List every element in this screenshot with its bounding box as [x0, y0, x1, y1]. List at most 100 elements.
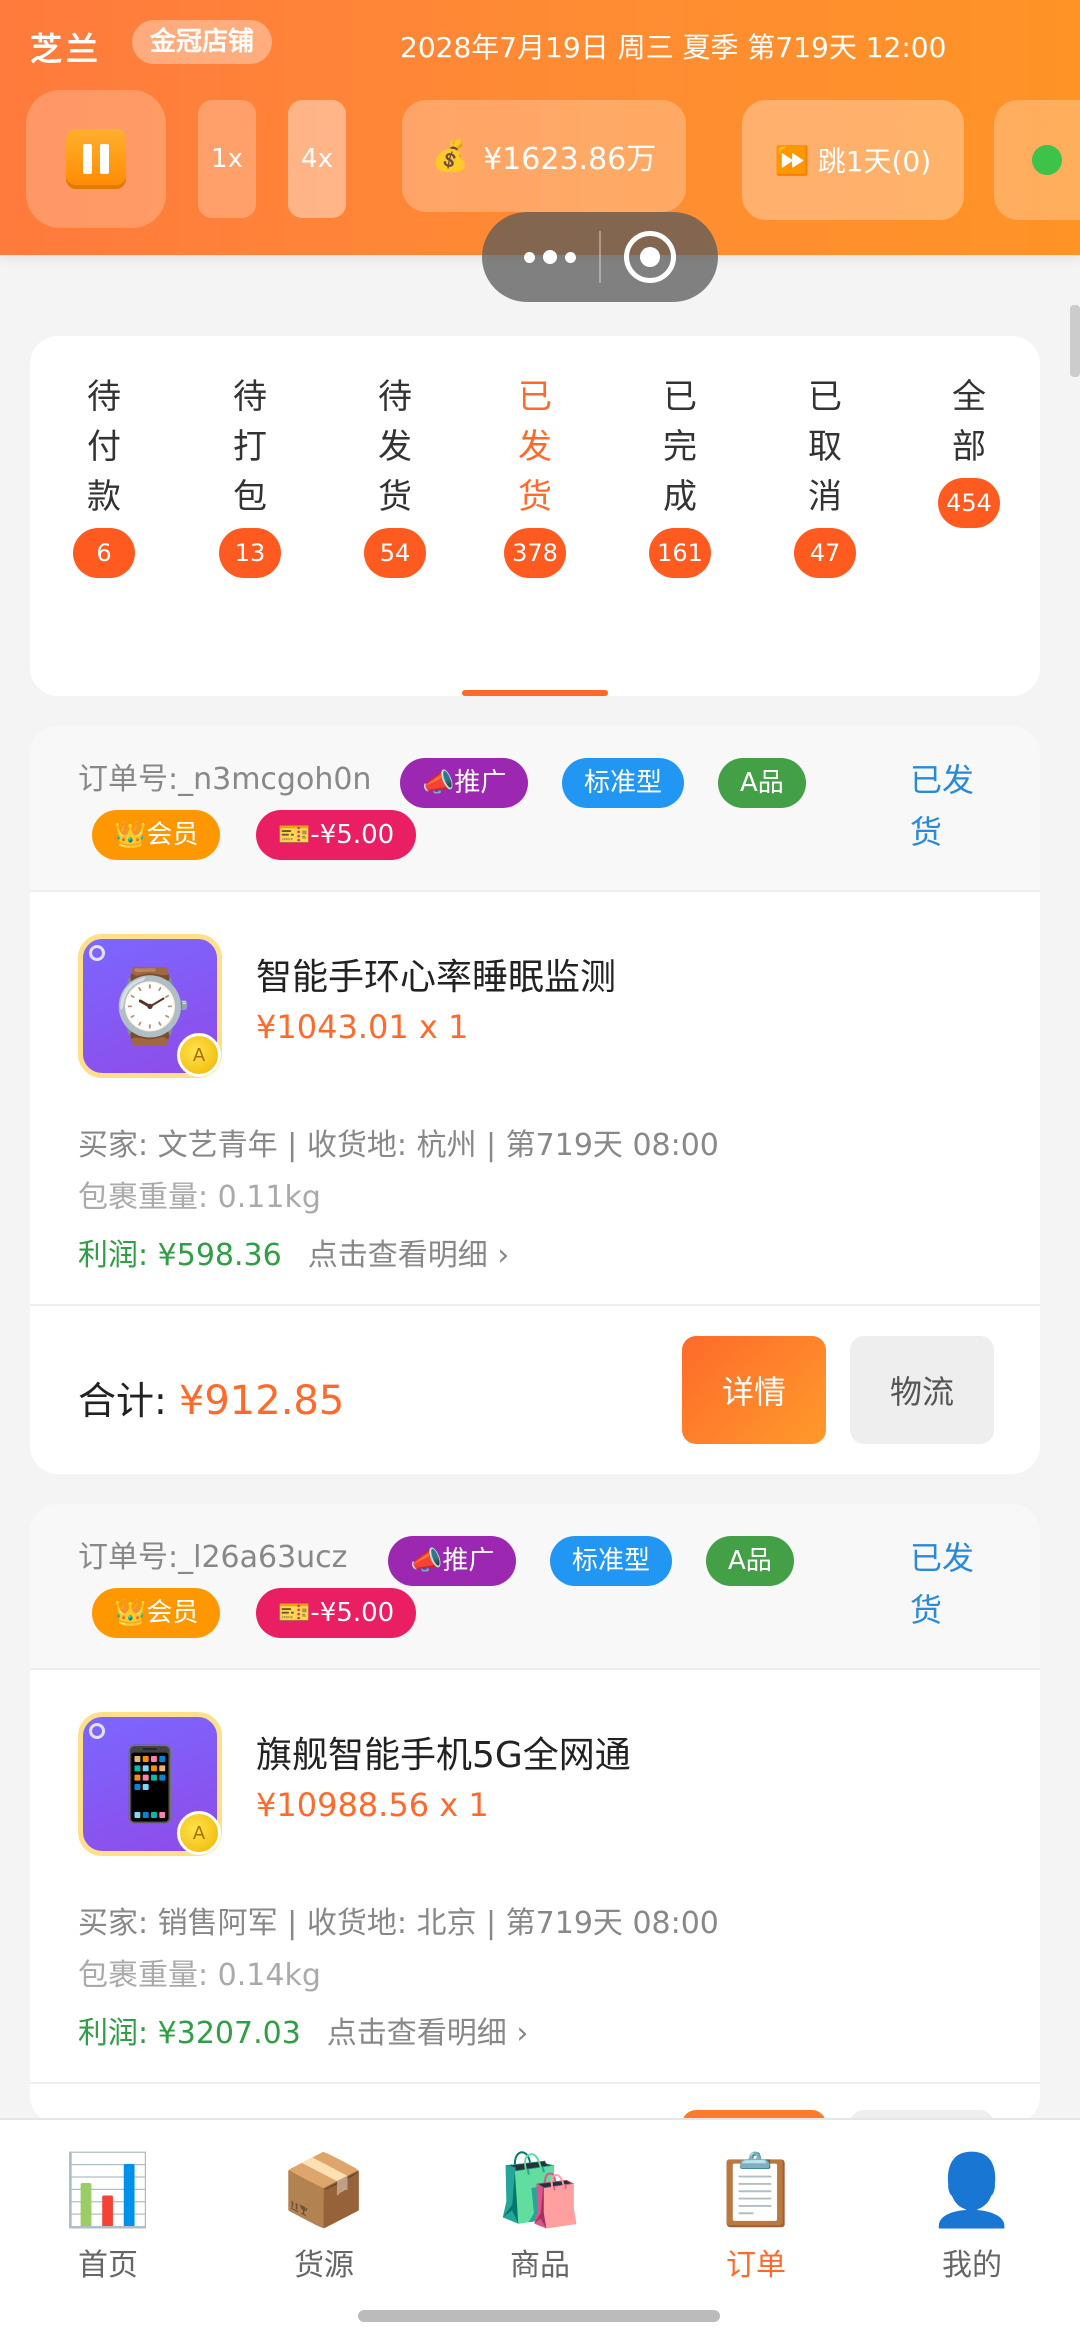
tab-cancelled[interactable]: 已取消 47 [765, 372, 885, 578]
pause-icon [66, 129, 126, 189]
close-target-icon[interactable] [624, 231, 677, 283]
miniprogram-capsule [482, 212, 718, 302]
nav-label: 货源 [294, 2248, 354, 2283]
buyer-info: 买家: 销售阿军 | 收货地: 北京 | 第719天 08:00 [78, 1906, 719, 1941]
tab-label: 已取消 [808, 377, 842, 517]
promo-tag: 📣推广 [388, 1536, 517, 1586]
order-status-tabs: 待付款 6 待打包 13 待发货 54 已发货 378 已完成 161 已取消 … [30, 336, 1040, 696]
money-value: ¥1623.86万 [483, 142, 657, 177]
product-name: 旗舰智能手机5G全网通 [256, 1735, 631, 1776]
product-name: 智能手环心率睡眠监测 [256, 957, 617, 998]
tab-count-badge: 454 [938, 478, 1000, 528]
header-info-row: 芝兰 金冠店铺 2028年7月19日 周三 夏季 第719天 12:00 [0, 18, 1080, 70]
order-status: 已发货 [910, 761, 975, 851]
tab-label: 已完成 [663, 377, 697, 517]
tab-label: 待打包 [233, 377, 267, 517]
nav-label: 订单 [726, 2248, 786, 2283]
shopping-bags-icon: 🛍️ [496, 2149, 584, 2231]
tab-label: 全部 [952, 377, 986, 467]
region-name: 芝兰 [30, 30, 103, 68]
tab-completed[interactable]: 已完成 161 [620, 372, 740, 578]
vip-tag: 👑会员 [92, 810, 221, 860]
order-number: 订单号:_n3mcgoh0n [78, 762, 372, 797]
thumb-ring-icon [89, 1723, 105, 1739]
order-number: 订单号:_l26a63ucz [78, 1540, 348, 1575]
tab-count-badge: 47 [794, 528, 856, 578]
grade-tag: A品 [718, 758, 806, 808]
tab-pending-pack[interactable]: 待打包 13 [190, 372, 310, 578]
profit-line[interactable]: 利润: ¥3207.03 点击查看明细 › [78, 2008, 528, 2052]
user-icon: 👤 [928, 2149, 1016, 2231]
tab-pending-ship[interactable]: 待发货 54 [335, 372, 455, 578]
promo-tag: 📣推广 [400, 758, 529, 808]
more-dots-icon[interactable] [523, 250, 576, 264]
type-tag: 标准型 [550, 1536, 673, 1586]
order-header: 订单号:_l26a63ucz 📣推广 标准型 A品 👑会员 🎫-¥5.00 已发… [30, 1504, 1040, 1670]
nav-products[interactable]: 🛍️ 商品 [470, 2148, 610, 2284]
total-value: ¥912.85 [178, 1378, 345, 1424]
vip-tag: 👑会员 [92, 1588, 221, 1638]
home-indicator[interactable] [358, 2310, 720, 2322]
order-footer: 合计: ¥912.85 详情 物流 [30, 1304, 1040, 1474]
tab-label: 待付款 [87, 377, 121, 517]
product-thumbnail[interactable]: ⌚ A [78, 934, 222, 1078]
money-display: 💰 ¥1623.86万 [402, 100, 686, 212]
thumb-ring-icon [89, 945, 105, 961]
profit-value: 利润: ¥598.36 [78, 1238, 282, 1273]
product-price: ¥1043.01 x 1 [256, 1008, 469, 1046]
tab-label: 已发货 [518, 377, 552, 517]
tab-label: 待发货 [378, 377, 412, 517]
package-weight: 包裹重量: 0.14kg [78, 1958, 321, 1993]
tab-pending-payment[interactable]: 待付款 6 [44, 372, 164, 578]
speed-4x-button[interactable]: 4x [288, 100, 346, 218]
logistics-button[interactable]: 物流 [850, 1336, 994, 1444]
skip-day-button[interactable]: ⏩ 跳1天(0) [742, 100, 964, 220]
nav-orders[interactable]: 📋 订单 [686, 2148, 826, 2284]
coin-badge-icon: A [177, 1811, 221, 1855]
nav-profile[interactable]: 👤 我的 [902, 2148, 1042, 2284]
pause-button[interactable] [26, 90, 166, 228]
shop-level-badge: 金冠店铺 [132, 20, 273, 64]
grade-tag: A品 [706, 1536, 794, 1586]
type-tag: 标准型 [562, 758, 685, 808]
order-body[interactable]: ⌚ A 智能手环心率睡眠监测 ¥1043.01 x 1 买家: 文艺青年 | 收… [30, 892, 1040, 1302]
speed-1x-button[interactable]: 1x [198, 100, 256, 218]
product-thumbnail[interactable]: 📱 A [78, 1712, 222, 1856]
product-price: ¥10988.56 x 1 [256, 1786, 489, 1824]
bar-chart-icon: 📊 [64, 2149, 152, 2231]
package-icon: 📦 [280, 2149, 368, 2231]
tab-count-badge: 378 [504, 528, 566, 578]
nav-supply[interactable]: 📦 货源 [254, 2148, 394, 2284]
detail-button[interactable]: 详情 [682, 1336, 826, 1444]
tab-count-badge: 13 [219, 528, 281, 578]
package-weight: 包裹重量: 0.11kg [78, 1180, 321, 1215]
scrollbar-thumb[interactable] [1070, 305, 1080, 377]
tab-count-badge: 6 [73, 528, 135, 578]
tab-count-badge: 54 [364, 528, 426, 578]
coupon-tag: 🎫-¥5.00 [256, 810, 417, 860]
nav-label: 首页 [78, 2248, 138, 2283]
profit-detail-link[interactable]: 点击查看明细 › [308, 1238, 510, 1273]
profit-line[interactable]: 利润: ¥598.36 点击查看明细 › [78, 1230, 509, 1274]
skip-day-label: 跳1天(0) [817, 145, 932, 178]
game-datetime: 2028年7月19日 周三 夏季 第719天 12:00 [400, 31, 947, 64]
coin-badge-icon: A [177, 1033, 221, 1077]
profit-detail-link[interactable]: 点击查看明细 › [327, 2016, 529, 2051]
tab-count-badge: 161 [649, 528, 711, 578]
order-card: 订单号:_n3mcgoh0n 📣推广 标准型 A品 👑会员 🎫-¥5.00 已发… [30, 726, 1040, 1474]
total-label: 合计: [78, 1379, 179, 1423]
order-card: 订单号:_l26a63ucz 📣推广 标准型 A品 👑会员 🎫-¥5.00 已发… [30, 1504, 1040, 2124]
nav-home[interactable]: 📊 首页 [38, 2148, 178, 2284]
order-body[interactable]: 📱 A 旗舰智能手机5G全网通 ¥10988.56 x 1 买家: 销售阿军 |… [30, 1670, 1040, 2080]
tab-shipped[interactable]: 已发货 378 [475, 372, 595, 578]
nav-label: 我的 [942, 2248, 1002, 2283]
tab-all[interactable]: 全部 454 [909, 372, 1029, 528]
green-status-dot-icon [1032, 145, 1062, 175]
clipboard-icon: 📋 [712, 2149, 800, 2231]
total-row: 合计: ¥912.85 [78, 1370, 344, 1425]
online-status-pill[interactable] [994, 100, 1080, 220]
order-status: 已发货 [910, 1539, 975, 1629]
watch-icon: ⌚ [105, 963, 195, 1048]
coupon-tag: 🎫-¥5.00 [256, 1588, 417, 1638]
order-header: 订单号:_n3mcgoh0n 📣推广 标准型 A品 👑会员 🎫-¥5.00 已发… [30, 726, 1040, 892]
